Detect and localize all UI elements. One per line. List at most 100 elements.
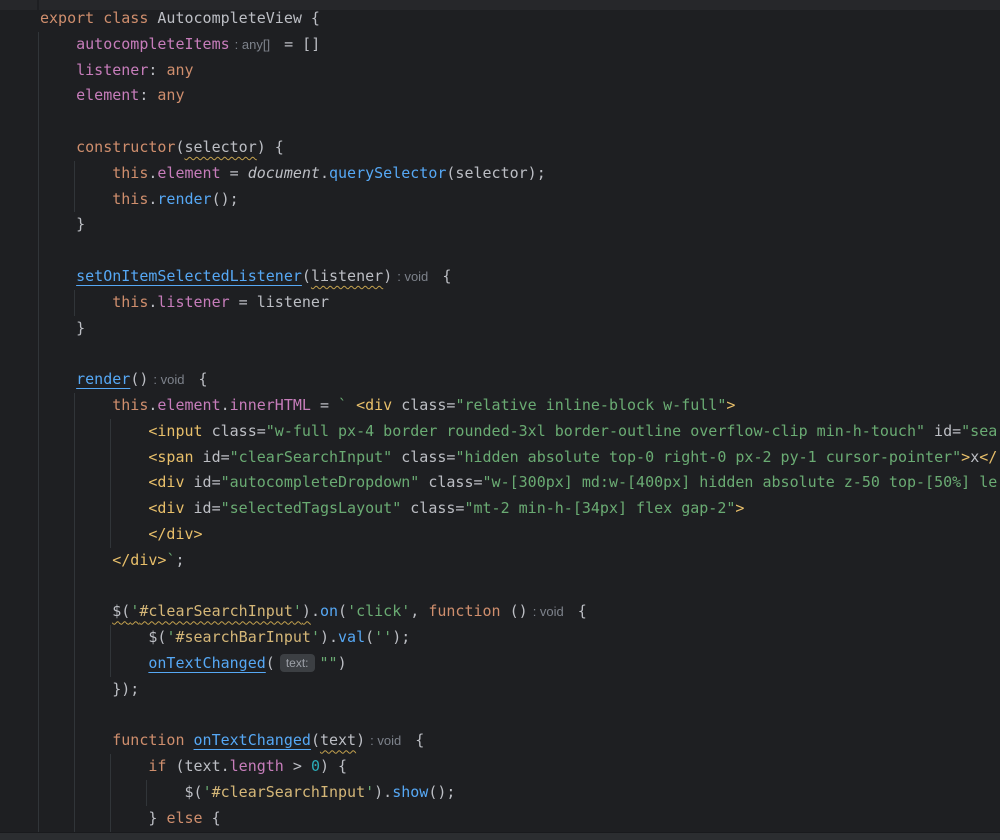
type-inlay-hint: : void: [397, 268, 429, 284]
code-line[interactable]: this.render();: [40, 187, 1000, 213]
code-line[interactable]: this.element = document.querySelector(se…: [40, 161, 1000, 187]
code-token: ) {: [256, 137, 284, 156]
type-inlay-hint: : void: [370, 733, 402, 749]
code-line[interactable]: [40, 703, 1000, 729]
ide-editor-window: export class AutocompleteView { autocomp…: [0, 0, 1000, 840]
code-token: selector: [184, 137, 257, 156]
code-token: ': [202, 782, 212, 801]
code-token: (: [265, 653, 275, 672]
code-token: (text.: [166, 757, 230, 776]
code-token: }: [40, 215, 86, 234]
code-token: x: [970, 447, 980, 466]
code-line[interactable]: <div id="autocompleteDropdown" class="w-…: [40, 470, 1000, 496]
code-token: this: [112, 292, 149, 311]
code-token: render: [76, 370, 131, 389]
code-line[interactable]: [40, 341, 1000, 367]
code-line[interactable]: render(): void {: [40, 367, 1000, 393]
code-token: {: [433, 266, 452, 285]
code-token: {: [202, 808, 221, 827]
code-line[interactable]: </div>: [40, 522, 1000, 548]
code-line[interactable]: $('#clearSearchInput').show();: [40, 780, 1000, 806]
code-token: element: [76, 86, 140, 105]
code-line[interactable]: </div>`;: [40, 548, 1000, 574]
code-token: >: [283, 757, 311, 776]
code-token: = []: [275, 34, 321, 53]
code-line[interactable]: } else {: [40, 806, 1000, 832]
code-token: <div: [356, 395, 393, 414]
code-line[interactable]: onTextChanged(text: ""): [40, 651, 1000, 677]
code-line[interactable]: }: [40, 212, 1000, 238]
code-line[interactable]: function onTextChanged(text): void {: [40, 728, 1000, 754]
code-token: >: [726, 395, 736, 414]
code-token: = listener: [229, 292, 329, 311]
code-line[interactable]: if (text.length > 0) {: [40, 754, 1000, 780]
code-line[interactable]: $('#searchBarInput').val('');: [40, 625, 1000, 651]
code-token: text: [319, 731, 357, 750]
code-token: (: [338, 602, 348, 621]
code-line[interactable]: this.listener = listener: [40, 290, 1000, 316]
code-token: export class: [40, 9, 149, 27]
code-line[interactable]: <div id="selectedTagsLayout" class="mt-2…: [40, 496, 1000, 522]
code-token: "selectedTagsLayout": [220, 499, 402, 518]
code-token: setOnItemSelectedListener: [76, 266, 302, 285]
code-line[interactable]: });: [40, 677, 1000, 703]
code-token: :: [148, 60, 167, 79]
code-token: $(: [112, 602, 131, 621]
code-line[interactable]: [40, 109, 1000, 135]
code-token: class=: [392, 395, 456, 414]
code-token: }: [40, 318, 86, 337]
code-line[interactable]: constructor(selector) {: [40, 135, 1000, 161]
code-token: any: [157, 86, 185, 105]
code-token: this: [112, 163, 149, 182]
code-token: else: [166, 808, 203, 827]
code-token: innerHTML: [229, 395, 311, 414]
code-token: >: [961, 447, 971, 466]
code-line[interactable]: <span id="clearSearchInput" class="hidde…: [40, 445, 1000, 471]
code-token: id=: [184, 499, 221, 518]
code-token: </div>: [148, 524, 203, 543]
code-token: "clearSearchInput": [229, 447, 393, 466]
code-token: </div>: [112, 550, 167, 569]
code-token: render: [157, 189, 212, 208]
code-token: length: [229, 757, 284, 776]
code-line[interactable]: element: any: [40, 83, 1000, 109]
code-line[interactable]: listener: any: [40, 58, 1000, 84]
code-token: "": [319, 653, 338, 672]
code-line[interactable]: autocompleteItems: any[] = []: [40, 32, 1000, 58]
editor-top-chrome-strip: [0, 0, 1000, 10]
code-line[interactable]: this.element.innerHTML = ` <div class="r…: [40, 393, 1000, 419]
code-token: {: [568, 602, 587, 621]
type-inlay-hint: : void: [153, 372, 185, 388]
code-token: "mt-2 min-h-[34px] flex gap-2": [464, 499, 736, 518]
code-token: =: [220, 163, 248, 182]
code-line[interactable]: setOnItemSelectedListener(listener): voi…: [40, 264, 1000, 290]
code-line[interactable]: [40, 574, 1000, 600]
code-token: show: [392, 782, 429, 801]
code-area[interactable]: export class AutocompleteView { autocomp…: [0, 6, 1000, 840]
code-token: ).: [319, 628, 339, 647]
code-token: `: [338, 395, 357, 414]
code-token: });: [40, 679, 140, 698]
code-line[interactable]: [40, 238, 1000, 264]
parameter-hint-chip: text:: [279, 653, 315, 672]
code-token: ): [301, 602, 311, 621]
code-token: if: [148, 757, 167, 776]
code-line[interactable]: $('#clearSearchInput').on('click', funct…: [40, 599, 1000, 625]
code-token: function: [428, 602, 501, 621]
code-token: '': [374, 628, 393, 647]
code-token: element: [157, 395, 221, 414]
code-token: class=: [202, 421, 266, 440]
code-token: (): [130, 370, 149, 389]
type-inlay-hint: : void: [532, 604, 564, 620]
code-line[interactable]: }: [40, 316, 1000, 342]
code-line[interactable]: <input class="w-full px-4 border rounded…: [40, 419, 1000, 445]
code-token: AutocompleteView {: [148, 9, 320, 27]
